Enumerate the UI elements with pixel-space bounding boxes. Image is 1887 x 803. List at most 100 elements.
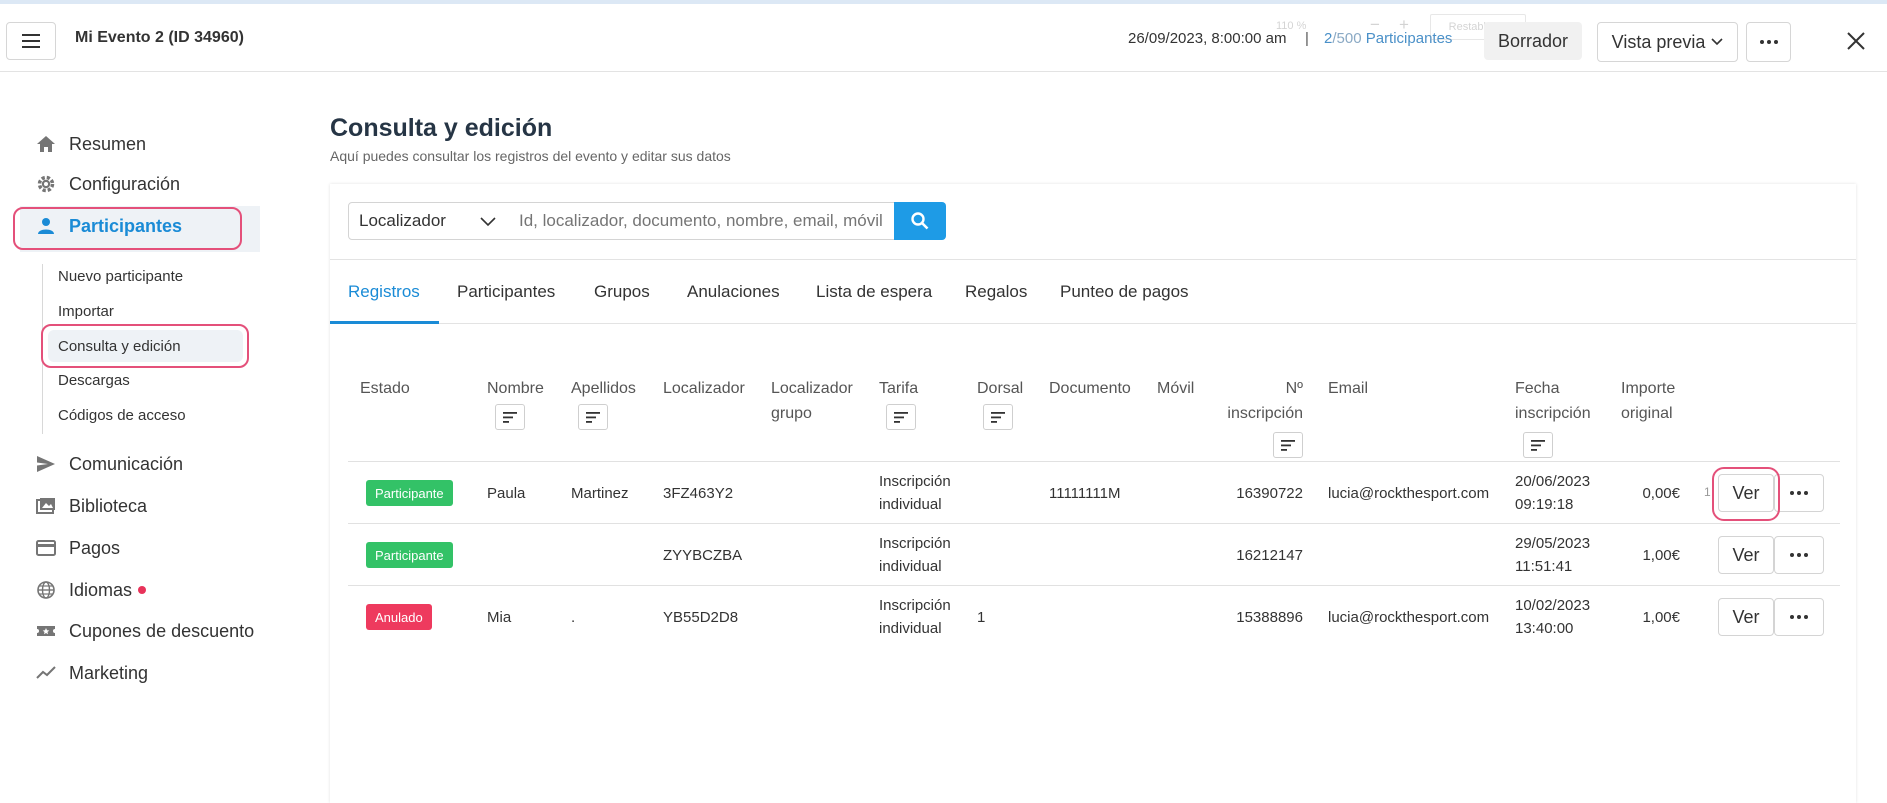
close-button[interactable] — [1844, 29, 1868, 53]
subnav-item-importar[interactable]: Importar — [58, 303, 114, 320]
sort-button-apellidos[interactable] — [578, 404, 608, 430]
sidebar-item-cupones[interactable]: Cupones de descuento — [35, 616, 254, 646]
page-subtitle: Aquí puedes consultar los registros del … — [330, 148, 731, 164]
sidebar-item-biblioteca[interactable]: Biblioteca — [35, 491, 147, 521]
highlight-circle-ver — [1712, 467, 1780, 521]
cell-nombre: Mia — [487, 609, 512, 626]
sort-icon — [1281, 439, 1295, 451]
row-more-button[interactable] — [1774, 474, 1824, 512]
tab-anulaciones[interactable]: Anulaciones — [687, 260, 780, 324]
zoom-level: 110 % — [1276, 20, 1307, 32]
sidebar-item-label: Biblioteca — [69, 495, 148, 516]
sidebar-item-comunicacion[interactable]: Comunicación — [35, 449, 183, 479]
event-title: Mi Evento 2 (ID 34960) — [75, 29, 244, 46]
subnav-item-descargas[interactable]: Descargas — [58, 372, 130, 389]
send-icon — [35, 453, 57, 475]
cell-line: 09:19:18 — [1515, 496, 1574, 513]
column-header-line: inscripción — [1227, 405, 1303, 422]
sidebar-item-idiomas[interactable]: Idiomas — [35, 575, 147, 605]
sort-icon — [503, 411, 517, 423]
cell-inscripcion: 16390722 — [1236, 485, 1303, 502]
draft-button[interactable]: Borrador — [1484, 22, 1582, 60]
tab-lista-espera[interactable]: Lista de espera — [816, 260, 932, 324]
search-filter-select[interactable]: Localizador — [348, 202, 511, 240]
cell-line: individual — [879, 620, 942, 637]
sidebar-item-marketing[interactable]: Marketing — [35, 658, 148, 688]
cell-documento: 11111111M — [1049, 485, 1121, 502]
sort-icon — [894, 411, 908, 423]
sort-button-tarifa[interactable] — [886, 404, 916, 430]
cell-dorsal: 1 — [977, 609, 986, 626]
sidebar-item-resumen[interactable]: Resumen — [35, 129, 146, 159]
zoom-in-button[interactable]: + — [1399, 15, 1409, 35]
images-icon — [35, 495, 57, 517]
tab-regalos[interactable]: Regalos — [965, 260, 1027, 324]
row-divider — [348, 523, 1840, 524]
tabs-bar: Registros Participantes Grupos Anulacion… — [330, 260, 1856, 324]
chevron-down-icon — [1711, 38, 1723, 46]
tab-grupos[interactable]: Grupos — [594, 260, 650, 324]
cell-localizador: YB55D2D8 — [663, 609, 739, 626]
tab-participantes[interactable]: Participantes — [457, 260, 555, 324]
sort-button-dorsal[interactable] — [983, 404, 1013, 430]
cell-importe: 1,00€ — [1642, 609, 1680, 626]
column-header-line: original — [1621, 405, 1673, 422]
column-header-movil: Móvil — [1157, 380, 1195, 397]
column-header-tarifa: Tarifa — [879, 380, 919, 397]
tab-registros[interactable]: Registros — [348, 260, 420, 324]
page-title: Consulta y edición — [330, 114, 553, 142]
column-header-line: Localizador — [771, 380, 853, 397]
cell-line: Inscripción — [879, 535, 951, 552]
header-more-button[interactable] — [1746, 22, 1791, 62]
view-button[interactable]: Ver — [1718, 598, 1774, 636]
status-badge: Participante — [366, 542, 453, 568]
preview-label: Vista previa — [1611, 31, 1706, 52]
preview-button[interactable]: Vista previa — [1597, 22, 1738, 62]
cell-fecha: 20/06/2023 09:19:18 — [1515, 470, 1590, 516]
more-dots-icon — [1790, 615, 1808, 619]
more-dots-icon — [1759, 40, 1778, 44]
cell-line: 10/02/2023 — [1515, 597, 1591, 614]
view-button[interactable]: Ver — [1718, 536, 1774, 574]
sort-button-nombre[interactable] — [495, 404, 525, 430]
cell-line: Inscripción — [879, 597, 951, 614]
column-header-estado: Estado — [360, 380, 410, 397]
ticket-icon — [35, 620, 57, 642]
search-button[interactable] — [894, 202, 946, 240]
top-header: Mi Evento 2 (ID 34960) 26/09/2023, 8:00:… — [0, 4, 1887, 72]
cell-line: 20/06/2023 — [1515, 473, 1591, 490]
tab-punteo-pagos[interactable]: Punteo de pagos — [1060, 260, 1189, 324]
column-header-localizador: Localizador — [663, 380, 745, 397]
cell-localizador: 3FZ463Y2 — [663, 485, 734, 502]
sidebar-item-label: Configuración — [69, 173, 181, 194]
hamburger-menu-button[interactable] — [6, 22, 56, 60]
sort-icon — [1531, 439, 1545, 451]
cell-fecha: 29/05/2023 11:51:41 — [1515, 532, 1590, 578]
card-icon — [35, 537, 57, 559]
cell-line: individual — [879, 558, 942, 575]
column-header-apellidos: Apellidos — [571, 380, 636, 397]
column-header-nombre: Nombre — [487, 380, 544, 397]
row-more-button[interactable] — [1774, 598, 1824, 636]
cell-nombre: Paula — [487, 485, 526, 502]
sort-button-inscripcion[interactable] — [1273, 432, 1303, 458]
sidebar-item-pagos[interactable]: Pagos — [35, 533, 120, 563]
cell-line: 13:40:00 — [1515, 620, 1574, 637]
column-header-line: inscripción — [1515, 405, 1591, 422]
subnav-item-codigos-acceso[interactable]: Códigos de acceso — [58, 407, 186, 424]
main-content: Consulta y edición Aquí puedes consultar… — [330, 72, 1860, 803]
row-more-button[interactable] — [1774, 536, 1824, 574]
cell-tarifa: Inscripción individual — [879, 470, 951, 516]
highlight-circle-participantes — [13, 207, 242, 250]
zoom-out-button[interactable]: − — [1370, 15, 1380, 35]
sidebar-item-label: Cupones de descuento — [69, 620, 255, 641]
close-icon — [1847, 32, 1865, 50]
column-header-inscripcion: Nº inscripción — [1210, 376, 1303, 426]
sidebar-item-label: Resumen — [69, 133, 147, 154]
sidebar-item-configuracion[interactable]: Configuración — [35, 169, 180, 199]
column-header-importe: Importe original — [1621, 376, 1675, 426]
subnav-item-nuevo-participante[interactable]: Nuevo participante — [58, 268, 183, 285]
search-input[interactable] — [510, 202, 898, 240]
sort-button-fecha[interactable] — [1523, 432, 1553, 458]
cell-fecha: 10/02/2023 13:40:00 — [1515, 594, 1590, 640]
